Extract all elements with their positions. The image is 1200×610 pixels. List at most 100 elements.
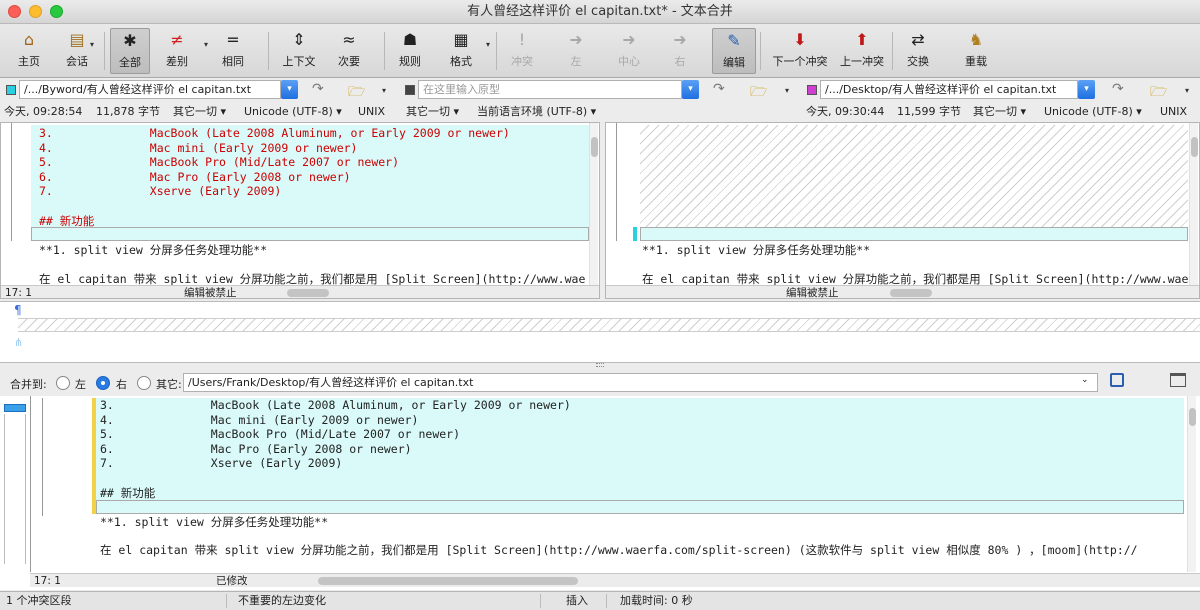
left-edit-status: 编辑被禁止: [184, 287, 237, 299]
output-window-icon[interactable]: [1170, 373, 1186, 387]
toolbar-format-button[interactable]: ▦ 格式: [440, 28, 482, 74]
toolbar-reload-button[interactable]: ♞ 重载: [956, 28, 996, 74]
toolbar-label: 格式: [450, 55, 472, 68]
base-path-dropdown-button[interactable]: ▾: [682, 80, 699, 99]
toolbar-swap-button[interactable]: ⇄ 交换: [898, 28, 938, 74]
base-folder-dropdown-icon[interactable]: ▾: [785, 86, 789, 95]
output-edit-status: 已修改: [216, 575, 248, 587]
left-path-field[interactable]: /.../Byword/有人曾经这样评价 el capitan.txt: [19, 80, 281, 99]
middle-locale-dropdown[interactable]: 当前语言环境 (UTF-8) ▾: [477, 103, 596, 121]
toolbar-separator: [104, 32, 105, 70]
right-path-dropdown-button[interactable]: ▾: [1078, 80, 1095, 99]
output-long-line: 在 el capitan 带来 split view 分屏功能之前，我们都是用 …: [100, 543, 1138, 557]
right-eol[interactable]: UNIX: [1160, 103, 1187, 121]
merge-right-radio[interactable]: [96, 376, 110, 390]
toolbar-equal-button[interactable]: = 相同: [212, 28, 254, 74]
toolbar-right-arrow-button[interactable]: ➜ 右: [660, 28, 700, 74]
context-icon: ⇕: [292, 30, 306, 49]
toolbar-dropdown-icon[interactable]: ▾: [486, 40, 490, 49]
toolbar-conflict-button[interactable]: ! 冲突: [502, 28, 542, 74]
output-overview-column: [4, 414, 26, 564]
toolbar-home-button[interactable]: ⌂ 主页: [10, 28, 48, 74]
right-open-folder-icon[interactable]: 🗁: [1150, 81, 1167, 105]
output-horizontal-scrollbar[interactable]: [318, 577, 578, 585]
right-split-view-line: **1. split view 分屏多任务处理功能**: [642, 243, 871, 257]
toolbar-dropdown-icon[interactable]: ▾: [204, 40, 208, 49]
merge-right-label: 右: [116, 378, 127, 391]
load-time: 加载时间: 0 秒: [620, 594, 693, 607]
merge-target-bar: 合并到: 左 右 其它: /Users/Frank/Desktop/有人曾经这样…: [0, 369, 1200, 395]
left-fold-line: [11, 123, 12, 241]
toolbar-dropdown-icon[interactable]: ▾: [90, 40, 94, 49]
toolbar-label: 重载: [965, 55, 987, 68]
toolbar-not-equal-button[interactable]: ≠ 差别: [156, 28, 198, 74]
toolbar-next-conflict-button[interactable]: ⬇ 下一个冲突: [770, 28, 830, 74]
output-left-border: [30, 396, 31, 572]
merge-output-path-field[interactable]: /Users/Frank/Desktop/有人曾经这样评价 el capitan…: [183, 373, 1098, 392]
left-horizontal-scrollbar[interactable]: [287, 289, 329, 297]
toolbar-left-arrow-button[interactable]: ➜ 左: [556, 28, 596, 74]
approx-icon: ≈: [342, 30, 356, 49]
left-path-dropdown-button[interactable]: ▾: [281, 80, 298, 99]
left-open-folder-icon[interactable]: 🗁: [348, 81, 365, 105]
right-folder-dropdown-icon[interactable]: ▾: [1185, 86, 1189, 95]
toolbar-briefcase-button[interactable]: ▤ 会话: [58, 28, 96, 74]
toolbar-rules-person-button[interactable]: ☗ 规则: [392, 28, 428, 74]
base-open-folder-icon[interactable]: 🗁: [750, 81, 767, 105]
output-cursor-position: 17: 1: [34, 575, 61, 587]
output-pane[interactable]: 3. MacBook (Late 2008 Aluminum, or Early…: [0, 396, 1200, 590]
code-line: 3. MacBook (Late 2008 Aluminum, or Early…: [100, 398, 571, 412]
right-path-field[interactable]: /.../Desktop/有人曾经这样评价 el capitan.txt: [820, 80, 1078, 99]
merge-left-radio[interactable]: [56, 376, 70, 390]
output-split-view-line: **1. split view 分屏多任务处理功能**: [100, 515, 329, 529]
right-refresh-icon[interactable]: ↷: [1112, 81, 1124, 97]
toolbar-prev-conflict-button[interactable]: ⬆ 上一冲突: [834, 28, 890, 74]
code-line: 7. Xserve (Early 2009): [39, 184, 282, 198]
left-size: 11,878 字节: [96, 105, 160, 118]
right-vertical-scrollbar[interactable]: [1189, 123, 1198, 286]
file-info-row: 今天, 09:28:54 11,878 字节 其它一切 ▾ Unicode (U…: [0, 103, 1200, 121]
toolbar-edit-pen-button[interactable]: ✎ 编辑: [712, 28, 756, 74]
base-path-field[interactable]: 在这里输入原型: [418, 80, 682, 99]
toolbar-context-button[interactable]: ⇕ 上下文: [276, 28, 322, 74]
briefcase-icon: ▤: [69, 30, 85, 49]
middle-misc-dropdown[interactable]: 其它一切 ▾: [406, 103, 459, 121]
splitter-handle[interactable]: [596, 363, 604, 367]
right-encoding-dropdown[interactable]: Unicode (UTF-8) ▾: [1044, 103, 1142, 121]
right-misc-dropdown[interactable]: 其它一切 ▾: [973, 103, 1026, 121]
left-eol[interactable]: UNIX: [358, 103, 385, 121]
asterisk-icon: ✱: [123, 31, 137, 50]
minimize-button[interactable]: [29, 5, 42, 18]
center-arrow-icon: ➜: [622, 30, 636, 49]
rules-person-icon: ☗: [402, 30, 418, 49]
toolbar-label: 会话: [66, 55, 88, 68]
toolbar-approx-button[interactable]: ≈ 次要: [328, 28, 370, 74]
left-file-pane[interactable]: 3. MacBook (Late 2008 Aluminum, or Early…: [0, 122, 600, 299]
toolbar-separator: [892, 32, 893, 70]
toolbar-center-arrow-button[interactable]: ➜ 中心: [606, 28, 652, 74]
left-encoding-dropdown[interactable]: Unicode (UTF-8) ▾: [244, 103, 342, 121]
zoom-button[interactable]: [50, 5, 63, 18]
right-insert-marker: [633, 227, 637, 241]
toolbar-label: 冲突: [511, 55, 533, 68]
merge-path-dropdown-icon[interactable]: ⌄: [1081, 375, 1089, 385]
toolbar-label: 编辑: [723, 56, 745, 69]
base-refresh-icon[interactable]: ↷: [713, 81, 725, 97]
save-icon[interactable]: [1110, 373, 1124, 387]
toolbar-label: 相同: [222, 55, 244, 68]
close-button[interactable]: [8, 5, 21, 18]
path-row: /.../Byword/有人曾经这样评价 el capitan.txt ▾ ↷ …: [0, 79, 1200, 101]
code-line: 6. Mac Pro (Early 2008 or newer): [100, 441, 412, 456]
toolbar-asterisk-button[interactable]: ✱ 全部: [110, 28, 150, 74]
overview-strip[interactable]: ¶ ⋔: [0, 301, 1200, 363]
pilcrow-marker: ¶: [14, 303, 22, 317]
left-misc-dropdown[interactable]: 其它一切 ▾: [173, 103, 226, 121]
right-arrow-icon: ➜: [673, 30, 687, 49]
output-vertical-scrollbar[interactable]: [1187, 396, 1196, 572]
left-refresh-icon[interactable]: ↷: [312, 81, 324, 97]
merge-other-radio[interactable]: [137, 376, 151, 390]
left-vertical-scrollbar[interactable]: [589, 123, 598, 286]
right-file-pane[interactable]: **1. split view 分屏多任务处理功能** 在 el capitan…: [605, 122, 1200, 299]
right-horizontal-scrollbar[interactable]: [890, 289, 932, 297]
left-folder-dropdown-icon[interactable]: ▾: [382, 86, 386, 95]
